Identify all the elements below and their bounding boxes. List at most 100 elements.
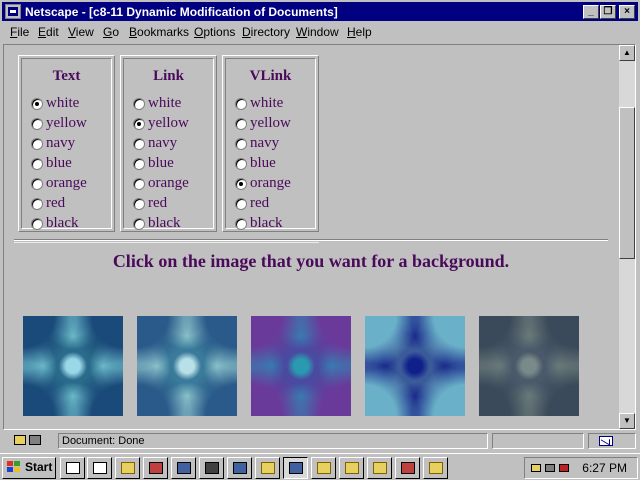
menu-directory-accel: D [242, 25, 251, 39]
radio-button[interactable] [235, 118, 247, 130]
scroll-thumb[interactable] [619, 107, 635, 259]
radio-button[interactable] [31, 118, 43, 130]
horizontal-rule-highlight [14, 242, 319, 243]
option-label: navy [46, 135, 76, 151]
folder-icon [317, 462, 331, 474]
menu-edit[interactable]: Edit [38, 25, 59, 39]
windows-logo-icon [7, 461, 21, 474]
option-label: yellow [250, 115, 291, 131]
background-image-3[interactable] [251, 316, 351, 416]
menu-edit-accel: E [38, 25, 47, 39]
task-folder-5-button[interactable] [367, 457, 392, 479]
option-label: red [46, 195, 66, 211]
task-control-panel-button[interactable] [171, 457, 196, 479]
radio-button[interactable] [31, 158, 43, 170]
folder-icon [429, 462, 443, 474]
task-folder-6-button[interactable] [423, 457, 448, 479]
task-folder-3-button[interactable] [311, 457, 336, 479]
option-label: black [250, 215, 283, 231]
radio-button[interactable] [235, 178, 247, 190]
background-image-1[interactable] [23, 316, 123, 416]
task-folder-2-button[interactable] [255, 457, 280, 479]
menu-window[interactable]: Window [296, 25, 339, 39]
menu-file[interactable]: File [10, 25, 29, 39]
task-wordpad-button[interactable] [395, 457, 420, 479]
radio-button[interactable] [133, 178, 145, 190]
horizontal-rule [14, 239, 608, 241]
radio-button[interactable] [133, 218, 145, 230]
task-tool-button[interactable] [199, 457, 224, 479]
task-folder-4-button[interactable] [339, 457, 364, 479]
menu-options-accel: O [194, 25, 204, 39]
doc-icon [66, 462, 80, 474]
menu-directory[interactable]: Directory [242, 25, 290, 39]
clock[interactable]: 6:27 PM [582, 461, 627, 475]
start-button[interactable]: Start [2, 457, 56, 479]
radio-button[interactable] [133, 158, 145, 170]
radio-button[interactable] [235, 138, 247, 150]
radio-button[interactable] [31, 98, 43, 110]
folder-icon [261, 462, 275, 474]
radio-button[interactable] [31, 138, 43, 150]
mail-status-box[interactable] [588, 433, 636, 449]
option-label: blue [46, 155, 72, 171]
option-label: orange [148, 175, 189, 191]
menu-options[interactable]: Options [194, 25, 235, 39]
option-label: blue [148, 155, 174, 171]
blue-icon [233, 462, 247, 474]
menu-view[interactable]: View [68, 25, 94, 39]
text-color-heading: Text [52, 68, 81, 84]
vertical-scrollbar[interactable]: ▲ ▼ [619, 45, 635, 429]
task-folder-1-button[interactable] [115, 457, 140, 479]
menu-go-accel: G [103, 25, 113, 39]
option-label: blue [250, 155, 276, 171]
task-paint-button[interactable] [227, 457, 252, 479]
menu-go[interactable]: Go [103, 25, 119, 39]
task-notepad-2-button[interactable] [87, 457, 112, 479]
document-content: Text white yellow navy blue orange red b… [4, 45, 618, 429]
status-text: Document: Done [58, 433, 488, 449]
radio-button[interactable] [31, 178, 43, 190]
radio-button[interactable] [31, 218, 43, 230]
radio-button[interactable] [235, 198, 247, 210]
link-color-table: Link white yellow navy blue orange red b… [120, 55, 217, 232]
vlink-color-cell: VLink white yellow navy blue orange red … [225, 58, 316, 231]
task-notepad-1-button[interactable] [60, 457, 85, 479]
task-document-button[interactable] [143, 457, 168, 479]
security-key-icon [12, 433, 46, 447]
close-button[interactable]: × [619, 5, 635, 19]
task-netscape-button[interactable] [283, 457, 308, 479]
radio-button[interactable] [235, 158, 247, 170]
text-color-cell: Text white yellow navy blue orange red b… [21, 58, 112, 231]
restore-button[interactable]: ❐ [600, 5, 616, 19]
mail-icon[interactable] [599, 436, 613, 446]
radio-button[interactable] [133, 98, 145, 110]
option-label: yellow [46, 115, 87, 131]
start-label: Start [25, 460, 53, 474]
tray-icons[interactable] [531, 462, 575, 474]
radio-button[interactable] [133, 118, 145, 130]
background-image-4[interactable] [365, 316, 465, 416]
scroll-down-button[interactable]: ▼ [619, 413, 635, 429]
menu-help[interactable]: Help [347, 25, 372, 39]
radio-button[interactable] [133, 138, 145, 150]
background-image-5[interactable] [479, 316, 579, 416]
status-bar: Document: Done [2, 432, 638, 450]
title-bar[interactable]: Netscape - [c8-11 Dynamic Modification o… [2, 2, 638, 21]
menu-bookmarks[interactable]: Bookmarks [129, 25, 189, 39]
menu-view-rest: iew [75, 25, 94, 39]
menu-go-rest: o [112, 25, 120, 39]
radio-button[interactable] [235, 98, 247, 110]
netscape-app-icon[interactable] [5, 4, 21, 19]
menu-options-rest: ptions [203, 25, 236, 39]
scroll-up-button[interactable]: ▲ [619, 45, 635, 61]
option-label: orange [46, 175, 87, 191]
option-label: red [148, 195, 168, 211]
menu-window-accel: W [296, 25, 308, 39]
minimize-button[interactable]: _ [583, 5, 599, 19]
radio-button[interactable] [133, 198, 145, 210]
radio-button[interactable] [235, 218, 247, 230]
radio-button[interactable] [31, 198, 43, 210]
background-image-2[interactable] [137, 316, 237, 416]
folder-icon [373, 462, 387, 474]
